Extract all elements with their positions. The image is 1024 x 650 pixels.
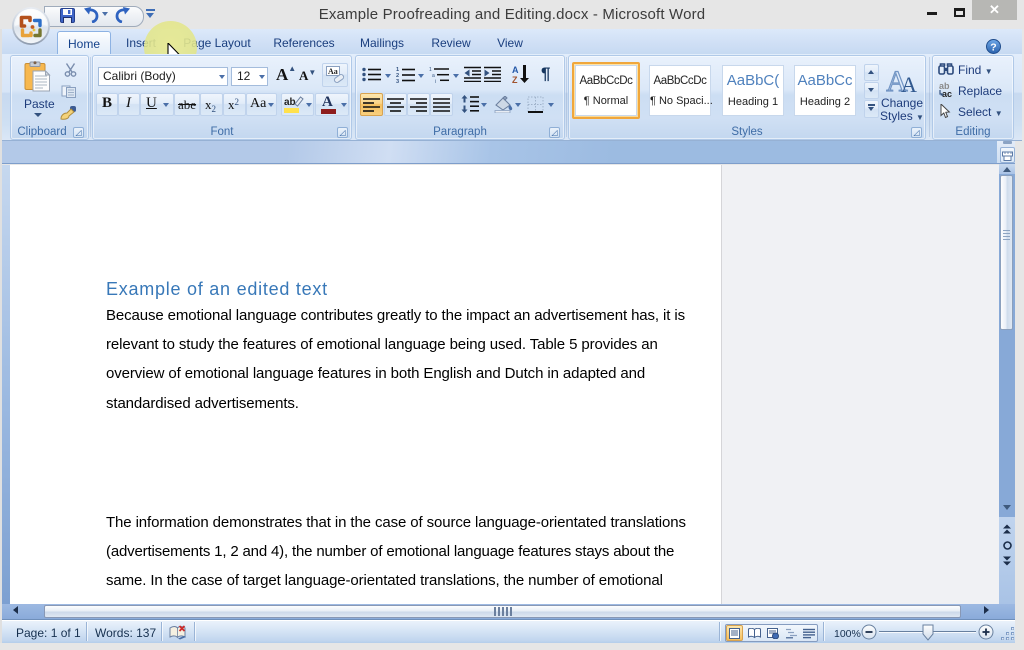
svg-text:A: A (512, 65, 519, 75)
svg-text:Z: Z (512, 75, 518, 84)
svg-text:Aa: Aa (328, 67, 338, 76)
svg-text:ab: ab (284, 97, 296, 108)
svg-text:ac: ac (942, 89, 952, 98)
svg-text:A: A (901, 72, 917, 94)
svg-text:3: 3 (396, 79, 399, 83)
svg-text:?: ? (990, 41, 996, 53)
svg-text:i: i (435, 79, 436, 83)
